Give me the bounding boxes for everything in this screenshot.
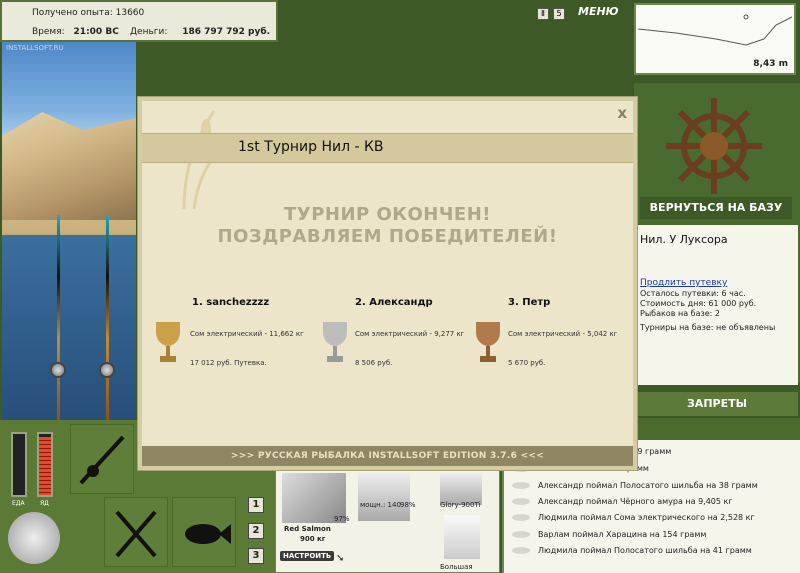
permit-remaining: Осталось путевки: 6 час. [640,289,746,298]
log-spacer [632,418,800,440]
reel-1-icon [50,362,66,378]
log-item: Варлам поймал Харацина на 154 грамм [512,530,706,539]
winner-3-name: 3. Петр [508,297,551,308]
rod-percent: 97% [334,515,350,523]
log-text: Людмила поймал Сома электрического на 2,… [538,513,755,522]
winner-2-name: 2. Александр [355,297,433,308]
reel-image[interactable] [358,473,410,521]
rod-icon [79,435,125,485]
arrow-icon: ➘ [336,553,345,564]
status-panel: Получено опыта: 13660 Время: 21:00 ВС Де… [0,0,278,42]
dialog-title: 1st Турнир Нил - КВ [238,139,384,155]
fish-icon [512,531,530,538]
winner-1-prize: 17 012 руб. Путевка. [190,359,267,367]
log-item: Людмила поймал Полосатого шильба на 41 г… [512,546,752,555]
day-cost: Стоимость дня: 61 000 руб. [640,299,757,308]
sound-icon[interactable]: 5 [553,8,565,20]
menu-button[interactable]: МЕНЮ [578,5,619,18]
slot-button-3[interactable]: 3 [248,548,264,564]
time-readout: Время: 21:00 ВС [32,27,119,37]
fish-weight: 900 кг [300,535,326,543]
reel-2-icon [99,362,115,378]
bans-button[interactable]: ЗАПРЕТЫ [636,392,798,416]
fish-icon [185,524,231,544]
winner-3-catch: Сом электрический - 5,042 кг [508,330,618,338]
silver-trophy-icon [323,322,347,362]
fish-tool-button[interactable] [172,497,236,567]
float-marker [743,14,749,20]
knife-fork-button[interactable] [104,497,168,567]
depth-line [637,16,793,46]
slot-button-2[interactable]: 2 [248,523,264,539]
time-label: Время: [32,27,65,37]
log-item: Людмила поймал Сома электрического на 2,… [512,513,755,522]
headline-congrats: ПОЗДРАВЛЯЕМ ПОБЕДИТЕЛЕЙ! [217,226,558,247]
winner-1-name: 1. sanchezzzz [192,297,270,308]
food-meter [11,432,27,497]
food-label: ЕДА [12,500,25,507]
poison-label: ЯД [40,500,49,507]
size-label: Большая [440,563,473,571]
winner-2-catch: Сом электрический - 9,277 кг [355,330,465,338]
headline-finished: ТУРНИР ОКОНЧЕН! [284,204,491,225]
close-button[interactable]: x [617,104,627,122]
ship-wheel-icon[interactable] [662,94,766,198]
location-title: Нил. У Луксора [640,233,728,246]
exp-label: Получено опыта: [32,8,113,18]
tournament-result-dialog: 1st Турнир Нил - КВ x ТУРНИР ОКОНЧЕН! ПО… [138,97,637,470]
time-value: 21:00 ВС [73,27,119,37]
return-to-base-button[interactable]: ВЕРНУТЬСЯ НА БАЗУ [640,197,792,219]
river-water [2,235,136,420]
slot-button-1[interactable]: 1 [248,497,264,513]
dialog-title-bar [142,133,633,163]
rod-tool-button[interactable] [70,424,134,494]
log-text: Александр поймал Чёрного амура на 9,405 … [538,497,733,506]
pause-icon[interactable]: Ⅱ [537,8,549,20]
power-label: мощн.: 140 [360,501,401,509]
gear-panel: 97% Red Salmon 900 кг НАСТРОИТЬ ➘ мощн.:… [275,468,500,573]
poison-meter-fill [39,437,51,495]
winner-2-prize: 8 506 руб. [355,359,393,367]
adjust-button[interactable]: НАСТРОИТЬ [280,551,335,561]
pot-icon[interactable] [8,512,60,564]
fish-name: Red Salmon [284,525,331,533]
dialog-footer: >>> РУССКАЯ РЫБАЛКА INSTALLSOFT EDITION … [142,446,633,466]
knife-fork-icon [115,510,157,558]
log-text: Людмила поймал Полосатого шильба на 41 г… [538,546,752,555]
poison-meter [37,432,53,497]
exp-value: 13660 [115,8,145,18]
fish-icon [512,482,530,489]
fishers-count: Рыбаков на базе: 2 [640,309,720,318]
fish-icon [512,514,530,521]
bait-image[interactable] [444,515,480,559]
log-item: Александр поймал Полосатого шильба на 38… [512,481,758,490]
log-item: Александр поймал Чёрного амура на 9,405 … [512,497,733,506]
tournaments-status: Турниры на базе: не объявлены [640,323,776,332]
item-label: Glory-900Ti [440,501,481,509]
watermark: INSTALLSOFT.RU [6,44,64,52]
log-text: Варлам поймал Харацина на 154 грамм [538,530,707,539]
location-info: Нил. У Луксора Продлить путевку Осталось… [636,225,798,385]
winner-3-prize: 5 670 руб. [508,359,546,367]
experience-readout: Получено опыта: 13660 [32,8,144,18]
bronze-trophy-icon [476,322,500,362]
fish-icon [512,547,530,554]
money-readout: Деньги: 186 797 792 руб. [130,27,270,37]
money-label: Деньги: [130,27,168,37]
money-value: 186 797 792 руб. [182,27,271,37]
fish-icon [512,498,530,505]
depth-value: 8,43 m [753,59,788,69]
power-percent: 98% [400,501,416,509]
gold-trophy-icon [156,322,180,362]
winner-1-catch: Сом электрический - 11,662 кг [190,330,304,338]
fishing-rod-1[interactable] [57,215,60,420]
depth-map: 8,43 m [634,3,796,75]
fishing-rod-2[interactable] [106,215,109,420]
extend-permit-link[interactable]: Продлить путевку [640,278,794,288]
log-text: Александр поймал Полосатого шильба на 38… [538,481,758,490]
